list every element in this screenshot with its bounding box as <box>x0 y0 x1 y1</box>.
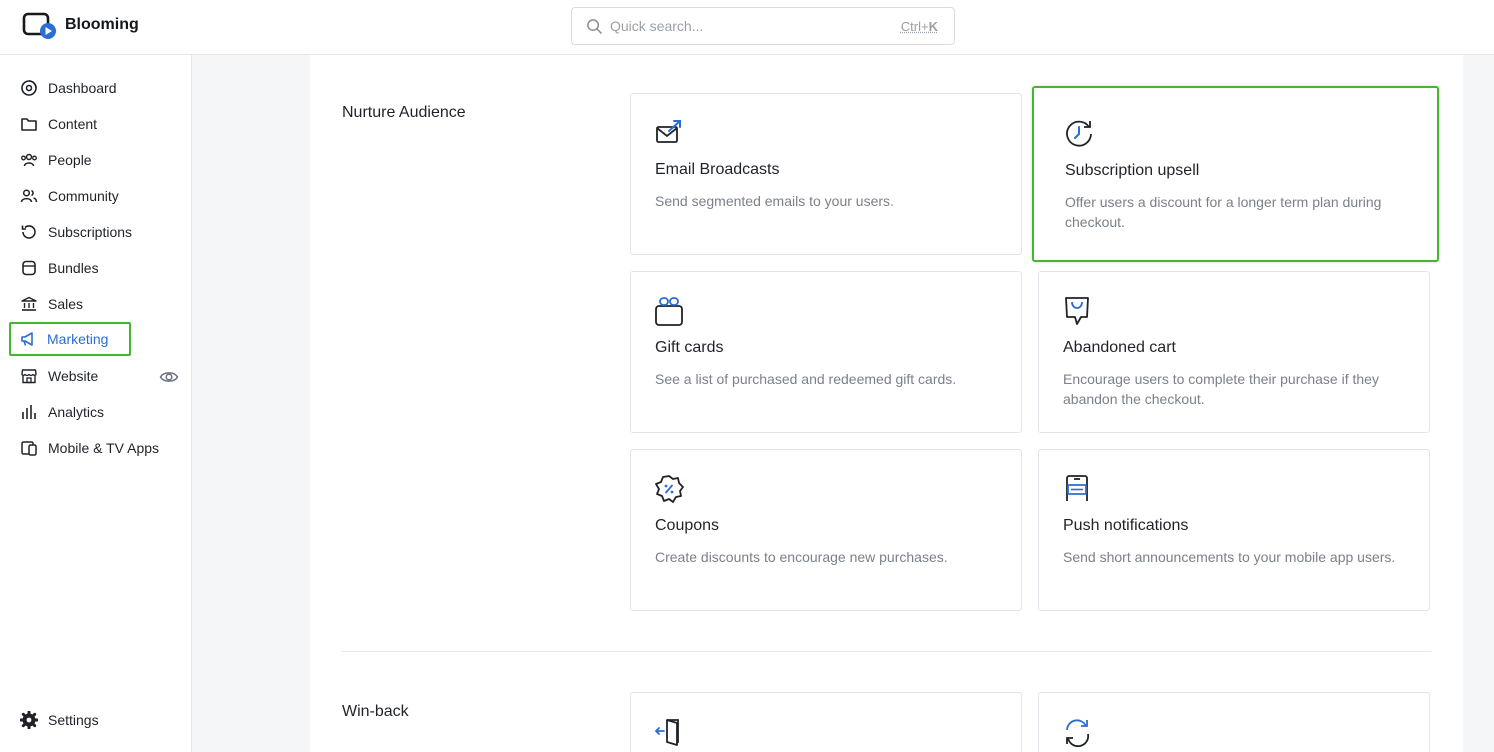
card-title: Abandoned cart <box>1063 339 1176 356</box>
gear-icon <box>20 711 38 729</box>
sidebar-item-mobile-tv-apps[interactable]: Mobile & TV Apps <box>10 431 180 465</box>
section-title-nurture-audience: Nurture Audience <box>342 104 466 121</box>
coupon-icon <box>655 475 684 503</box>
refresh-icon <box>1066 719 1090 748</box>
card-title: Push notifications <box>1063 517 1189 534</box>
people-icon <box>21 153 37 167</box>
sidebar-item-website[interactable]: Website <box>10 359 180 393</box>
sidebar-item-marketing[interactable]: Marketing <box>9 322 131 356</box>
subscriptions-icon <box>21 225 36 239</box>
card-win-back-1[interactable] <box>630 692 1022 752</box>
top-bar: Blooming Quick search... Ctrl+K <box>0 0 1494 55</box>
card-description: Send segmented emails to your users. <box>655 193 894 209</box>
section-divider <box>342 651 1431 652</box>
bank-icon <box>21 296 37 311</box>
sidebar-item-subscriptions[interactable]: Subscriptions <box>10 215 180 249</box>
exit-door-icon <box>654 719 679 746</box>
card-win-back-2[interactable] <box>1038 692 1430 752</box>
card-title: Coupons <box>655 517 720 534</box>
megaphone-icon <box>21 332 33 346</box>
eye-icon[interactable] <box>159 367 179 387</box>
card-description: Send short announcements to your mobile … <box>1063 549 1396 565</box>
quick-search[interactable]: Quick search... Ctrl+K <box>571 7 955 45</box>
card-title: Email Broadcasts <box>655 161 780 178</box>
shopping-bag-icon <box>1065 297 1089 325</box>
card-description: Offer users a discount for a longer term… <box>1065 194 1382 230</box>
sidebar-item-people[interactable]: People <box>10 143 180 177</box>
section-title-win-back: Win-back <box>342 703 409 720</box>
sidebar-item-analytics[interactable]: Analytics <box>10 395 180 429</box>
bundles-icon <box>22 260 36 276</box>
sidebar-item-sales[interactable]: Sales <box>10 287 180 321</box>
card-title: Gift cards <box>655 339 724 356</box>
card-title: Subscription upsell <box>1065 162 1200 179</box>
card-email-broadcasts[interactable]: Email Broadcasts Send segmented emails t… <box>630 93 1022 255</box>
card-description: See a list of purchased and redeemed gif… <box>655 371 957 387</box>
card-abandoned-cart[interactable]: Abandoned cart Encourage users to comple… <box>1038 271 1430 433</box>
gift-icon <box>655 297 683 326</box>
clock-refresh-icon <box>1066 120 1092 147</box>
card-push-notifications[interactable]: Push notifications Send short announceme… <box>1038 449 1430 611</box>
card-description: Create discounts to encourage new purcha… <box>655 549 948 565</box>
community-icon <box>20 189 38 203</box>
sidebar-item-settings[interactable]: Settings <box>10 703 180 737</box>
folder-icon <box>21 118 37 131</box>
main-area: Nurture Audience Email Broadcasts Send s… <box>192 55 1494 752</box>
devices-icon <box>21 441 37 456</box>
sidebar-item-content[interactable]: Content <box>10 107 180 141</box>
sidebar-item-dashboard[interactable]: Dashboard <box>10 71 180 105</box>
card-gift-cards[interactable]: Gift cards See a list of purchased and r… <box>630 271 1022 433</box>
card-description: Encourage users to complete their purcha… <box>1063 371 1379 407</box>
marketing-panel: Nurture Audience Email Broadcasts Send s… <box>310 55 1463 752</box>
brand-name: Blooming <box>65 16 139 33</box>
sidebar: Dashboard Content People Community Subsc… <box>0 55 192 752</box>
blooming-logo-icon[interactable] <box>22 12 58 40</box>
bar-chart-icon <box>22 405 36 419</box>
search-shortcut: Ctrl+K <box>900 19 938 34</box>
card-coupons[interactable]: Coupons Create discounts to encourage ne… <box>630 449 1022 611</box>
sidebar-item-bundles[interactable]: Bundles <box>10 251 180 285</box>
sidebar-item-community[interactable]: Community <box>10 179 180 213</box>
card-subscription-upsell[interactable]: Subscription upsell Offer users a discou… <box>1032 86 1439 262</box>
search-placeholder: Quick search... <box>610 18 704 34</box>
search-icon <box>587 19 602 34</box>
email-send-icon <box>656 120 681 143</box>
phone-notification-icon <box>1066 475 1088 501</box>
dashboard-icon <box>21 80 37 96</box>
storefront-icon <box>21 369 37 384</box>
